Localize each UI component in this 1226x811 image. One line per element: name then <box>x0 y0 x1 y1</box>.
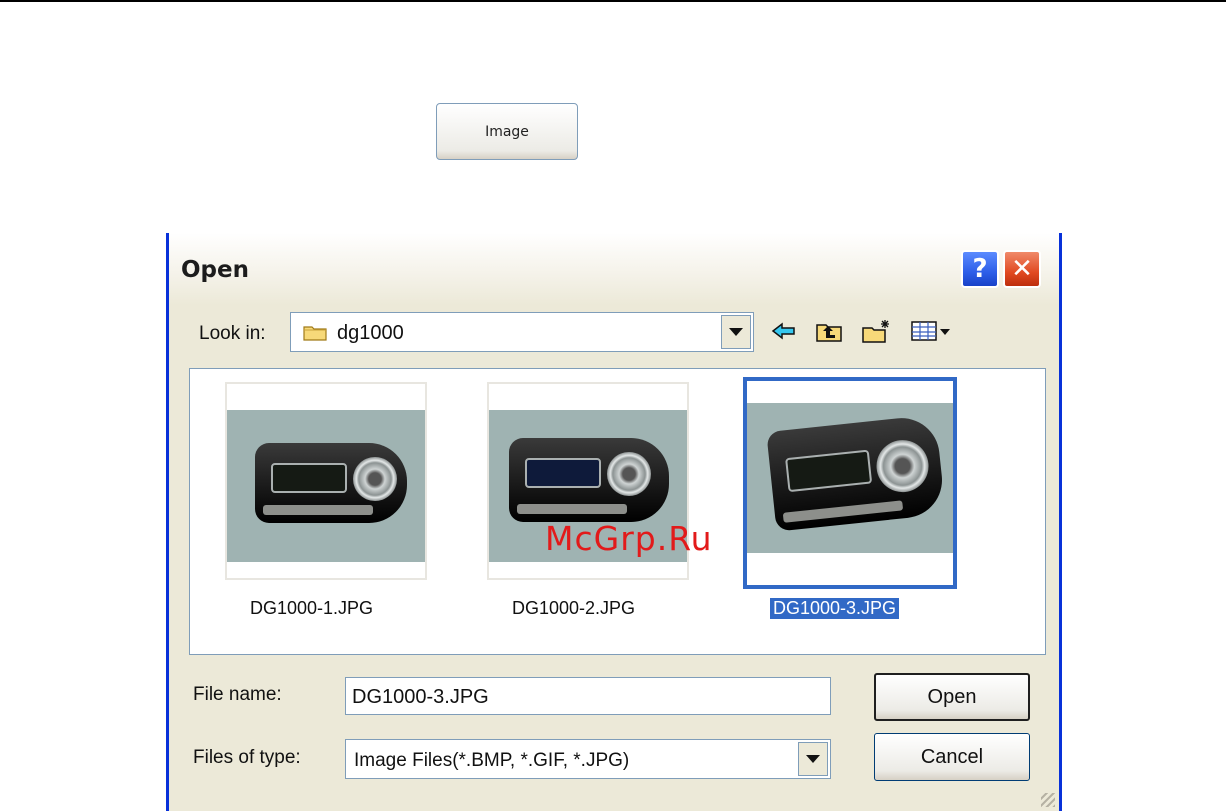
file-name-label[interactable]: DG1000-1.JPG <box>250 598 373 619</box>
file-name-input[interactable]: DG1000-3.JPG <box>345 677 831 715</box>
look-in-label: Look in: <box>199 323 266 344</box>
watermark: McGrp.Ru <box>545 519 713 558</box>
new-folder-icon <box>862 320 889 343</box>
chevron-down-icon <box>729 328 743 336</box>
close-button[interactable]: ✕ <box>1003 250 1041 288</box>
file-thumbnail-3[interactable] <box>743 377 957 589</box>
thumbnail-image <box>747 403 953 553</box>
view-menu-icon <box>911 321 950 341</box>
top-rule <box>0 0 1226 2</box>
image-button[interactable]: Image <box>436 103 578 160</box>
file-name-label-selected[interactable]: DG1000-3.JPG <box>770 598 900 619</box>
help-icon: ? <box>972 254 988 284</box>
look-in-arrow-button[interactable] <box>721 315 751 349</box>
file-type-dropdown[interactable]: Image Files(*.BMP, *.GIF, *.JPG) <box>345 739 831 779</box>
up-folder-button[interactable] <box>814 317 844 345</box>
up-folder-icon <box>816 324 842 342</box>
new-folder-button[interactable] <box>861 317 891 345</box>
open-button[interactable]: Open <box>874 673 1030 721</box>
file-type-value: Image Files(*.BMP, *.GIF, *.JPG) <box>354 750 630 771</box>
cancel-button[interactable]: Cancel <box>874 733 1030 781</box>
resize-grip[interactable] <box>1041 793 1055 807</box>
title-bar: Open ? ✕ <box>169 233 1059 305</box>
file-name-field-label: File name: <box>193 684 282 705</box>
views-menu-button[interactable] <box>909 317 961 345</box>
close-icon: ✕ <box>1011 254 1033 284</box>
file-thumbnail-1[interactable] <box>225 382 427 580</box>
look-in-value: dg1000 <box>337 322 404 344</box>
file-type-field-label: Files of type: <box>193 747 301 768</box>
file-list[interactable]: DG1000-1.JPG DG1000-2.JPG DG1000-3.JPG M… <box>189 368 1046 655</box>
back-icon <box>771 322 795 340</box>
thumbnail-image <box>227 410 425 562</box>
look-in-dropdown[interactable]: dg1000 <box>290 312 754 352</box>
back-button[interactable] <box>769 317 799 345</box>
file-name-label[interactable]: DG1000-2.JPG <box>512 598 635 619</box>
help-button[interactable]: ? <box>961 250 999 288</box>
file-type-arrow-button[interactable] <box>798 742 828 776</box>
chevron-down-icon <box>806 755 820 763</box>
open-dialog: Open ? ✕ Look in: dg1000 DG1000-1.JPG DG… <box>166 233 1062 811</box>
folder-icon <box>303 326 327 341</box>
dialog-title: Open <box>181 257 249 283</box>
